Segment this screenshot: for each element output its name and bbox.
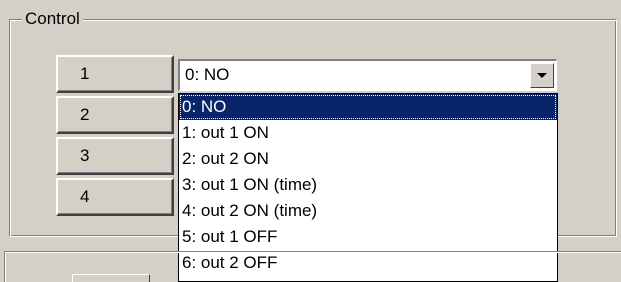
row-button-4[interactable]: 4 (56, 178, 174, 216)
dropdown-option-1[interactable]: 1: out 1 ON (179, 120, 557, 146)
row-button-1[interactable]: 1 (56, 55, 174, 93)
control-group-label: Control (22, 8, 83, 30)
dropdown-option-4[interactable]: 4: out 2 ON (time) (179, 198, 557, 224)
bottom-button-partial[interactable] (72, 274, 150, 282)
dropdown-option-2[interactable]: 2: out 2 ON (179, 146, 557, 172)
dropdown-option-3[interactable]: 3: out 1 ON (time) (179, 172, 557, 198)
row-button-2[interactable]: 2 (56, 96, 174, 134)
row-button-3[interactable]: 3 (56, 137, 174, 175)
combo-selected-value: 0: NO (185, 65, 230, 84)
dropdown-option-0[interactable]: 0: NO (179, 94, 557, 120)
dropdown-option-5[interactable]: 5: out 1 OFF (179, 224, 557, 250)
chevron-down-icon[interactable] (530, 63, 554, 88)
mode-combobox[interactable]: 0: NO (178, 59, 557, 91)
control-panel: Control 1 2 3 4 0: NO 0: NO 1: out 1 ON … (0, 0, 621, 282)
